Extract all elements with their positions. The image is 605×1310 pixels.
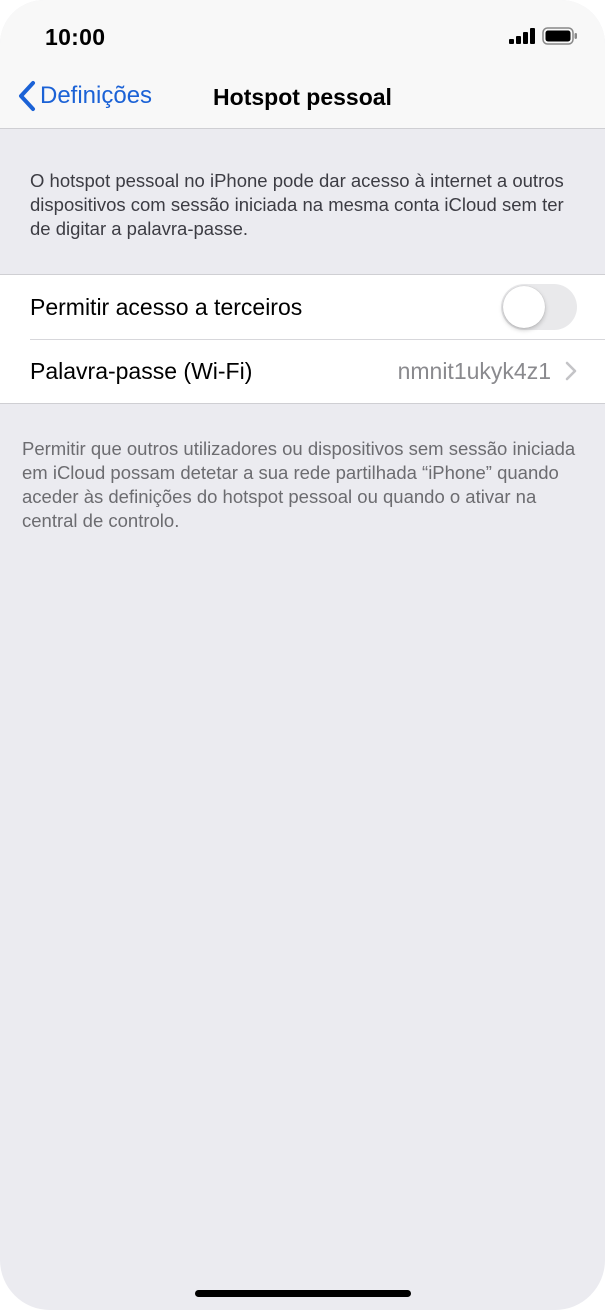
settings-group: Permitir acesso a terceiros Palavra-pass… (0, 274, 605, 404)
wifi-password-row[interactable]: Palavra-passe (Wi-Fi) nmnit1ukyk4z1 (0, 339, 605, 403)
allow-others-toggle[interactable] (501, 284, 577, 330)
home-indicator[interactable] (195, 1290, 411, 1297)
page-title: Hotspot pessoal (0, 84, 605, 111)
battery-icon (542, 27, 577, 45)
toggle-knob (503, 286, 545, 328)
wifi-password-label: Palavra-passe (Wi-Fi) (30, 357, 253, 384)
intro-description: O hotspot pessoal no iPhone pode dar ace… (30, 170, 564, 239)
hotspot-settings-screen: 10:00 Definições Hotspot pessoal O hotsp… (0, 0, 605, 1310)
status-icons (509, 27, 578, 45)
footer-description: Permitir que outros utilizadores ou disp… (22, 438, 576, 531)
chevron-right-icon (565, 361, 577, 381)
allow-others-label: Permitir acesso a terceiros (30, 293, 303, 320)
page-title-text: Hotspot pessoal (213, 84, 392, 110)
wifi-password-value: nmnit1ukyk4z1 (397, 357, 551, 384)
top-bar: 10:00 Definições Hotspot pessoal (0, 0, 605, 129)
allow-others-row: Permitir acesso a terceiros (0, 275, 605, 339)
status-time: 10:00 (45, 24, 106, 50)
cellular-signal-icon (509, 28, 535, 44)
